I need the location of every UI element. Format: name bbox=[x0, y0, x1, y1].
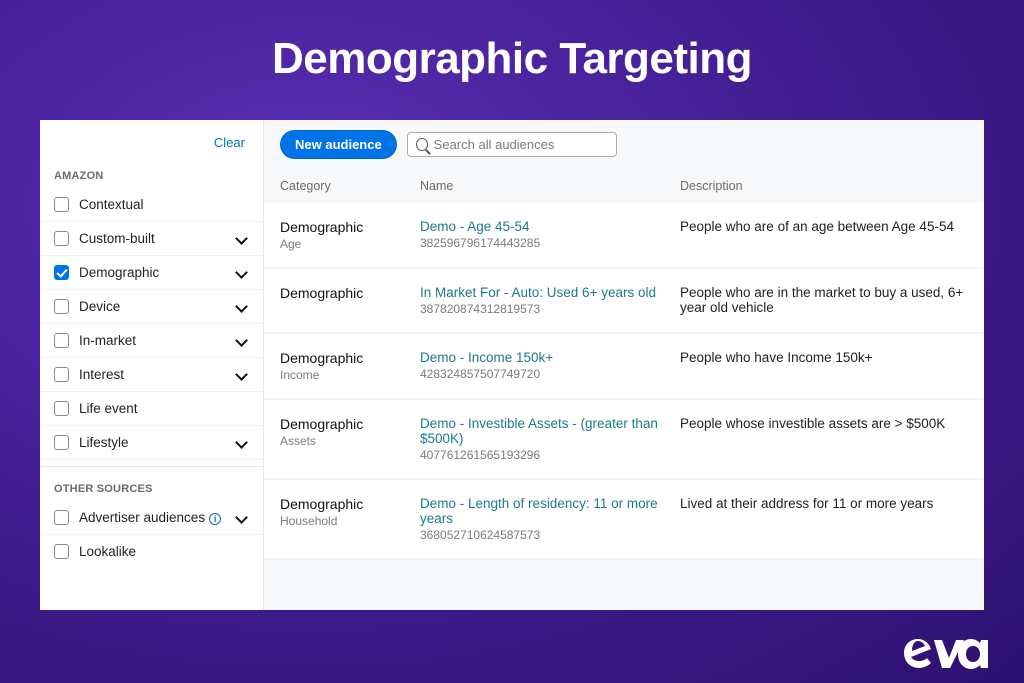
sidebar: Clear AMAZON Contextual Custom-built Dem… bbox=[40, 120, 264, 610]
audience-id: 368052710624587573 bbox=[420, 528, 680, 542]
sidebar-item-advertiser-audiences[interactable]: Advertiser audiencesi bbox=[40, 501, 263, 535]
row-description: People who have Income 150k+ bbox=[680, 350, 968, 382]
sidebar-item-custom-built[interactable]: Custom-built bbox=[40, 222, 263, 256]
table-row: Demographic Age Demo - Age 45-54 3825967… bbox=[264, 203, 984, 269]
audience-id: 407761261565193296 bbox=[420, 448, 680, 462]
sidebar-item-label: Demographic bbox=[79, 265, 235, 280]
checkbox-icon[interactable] bbox=[54, 333, 69, 348]
chevron-down-icon[interactable] bbox=[235, 334, 249, 348]
page-title: Demographic Targeting bbox=[0, 0, 1024, 84]
table-row: Demographic In Market For - Auto: Used 6… bbox=[264, 269, 984, 334]
sidebar-item-in-market[interactable]: In-market bbox=[40, 324, 263, 358]
main-content: New audience Category Name Description D… bbox=[264, 120, 984, 610]
sidebar-item-contextual[interactable]: Contextual bbox=[40, 188, 263, 222]
new-audience-button[interactable]: New audience bbox=[280, 130, 397, 159]
sidebar-item-label: Interest bbox=[79, 367, 235, 382]
checkbox-icon[interactable] bbox=[54, 367, 69, 382]
audience-id: 382596796174443285 bbox=[420, 236, 680, 250]
row-category: Demographic bbox=[280, 496, 420, 512]
sidebar-section-other: OTHER SOURCES bbox=[40, 473, 263, 501]
audience-name-link[interactable]: Demo - Length of residency: 11 or more y… bbox=[420, 496, 680, 526]
sidebar-item-label: Device bbox=[79, 299, 235, 314]
sidebar-item-label: In-market bbox=[79, 333, 235, 348]
app-panel: Clear AMAZON Contextual Custom-built Dem… bbox=[40, 120, 984, 610]
checkbox-icon[interactable] bbox=[54, 510, 69, 525]
checkbox-icon[interactable] bbox=[54, 435, 69, 450]
sidebar-item-label: Contextual bbox=[79, 197, 249, 212]
clear-button[interactable]: Clear bbox=[214, 135, 245, 150]
sidebar-item-life-event[interactable]: Life event bbox=[40, 392, 263, 426]
audience-id: 387820874312819573 bbox=[420, 302, 680, 316]
chevron-down-icon[interactable] bbox=[235, 436, 249, 450]
audience-name-link[interactable]: Demo - Income 150k+ bbox=[420, 350, 680, 365]
header-name: Name bbox=[420, 179, 680, 193]
chevron-down-icon[interactable] bbox=[235, 266, 249, 280]
row-description: People whose investible assets are > $50… bbox=[680, 416, 968, 462]
chevron-down-icon[interactable] bbox=[235, 300, 249, 314]
header-description: Description bbox=[680, 179, 968, 193]
audience-name-link[interactable]: Demo - Investible Assets - (greater than… bbox=[420, 416, 680, 446]
search-field[interactable] bbox=[407, 132, 617, 157]
table-body: Demographic Age Demo - Age 45-54 3825967… bbox=[264, 203, 984, 610]
sidebar-section-amazon: AMAZON bbox=[40, 160, 263, 188]
table-row: Demographic Assets Demo - Investible Ass… bbox=[264, 400, 984, 480]
sidebar-item-lifestyle[interactable]: Lifestyle bbox=[40, 426, 263, 460]
row-description: Lived at their address for 11 or more ye… bbox=[680, 496, 968, 542]
sidebar-item-label: Advertiser audiencesi bbox=[79, 510, 235, 525]
row-category: Demographic bbox=[280, 416, 420, 432]
table-row: Demographic Income Demo - Income 150k+ 4… bbox=[264, 334, 984, 400]
divider bbox=[40, 466, 263, 467]
header-category: Category bbox=[280, 179, 420, 193]
sidebar-item-label: Life event bbox=[79, 401, 249, 416]
row-category: Demographic bbox=[280, 219, 420, 235]
brand-logo bbox=[898, 629, 994, 671]
checkbox-checked-icon[interactable] bbox=[54, 265, 69, 280]
info-icon[interactable]: i bbox=[209, 513, 221, 525]
checkbox-icon[interactable] bbox=[54, 544, 69, 559]
table-headers: Category Name Description bbox=[264, 169, 984, 203]
row-description: People who are in the market to buy a us… bbox=[680, 285, 968, 316]
checkbox-icon[interactable] bbox=[54, 299, 69, 314]
chevron-down-icon[interactable] bbox=[235, 511, 249, 525]
sidebar-item-label: Custom-built bbox=[79, 231, 235, 246]
sidebar-item-lookalike[interactable]: Lookalike bbox=[40, 535, 263, 568]
chevron-down-icon[interactable] bbox=[235, 368, 249, 382]
sidebar-item-label: Lifestyle bbox=[79, 435, 235, 450]
chevron-down-icon[interactable] bbox=[235, 232, 249, 246]
audience-name-link[interactable]: Demo - Age 45-54 bbox=[420, 219, 680, 234]
row-description: People who are of an age between Age 45-… bbox=[680, 219, 968, 251]
row-subcategory: Age bbox=[280, 237, 420, 251]
audience-id: 428324857507749720 bbox=[420, 367, 680, 381]
row-subcategory: Assets bbox=[280, 434, 420, 448]
row-subcategory: Income bbox=[280, 368, 420, 382]
sidebar-item-device[interactable]: Device bbox=[40, 290, 263, 324]
row-subcategory: Household bbox=[280, 514, 420, 528]
checkbox-icon[interactable] bbox=[54, 197, 69, 212]
row-category: Demographic bbox=[280, 285, 420, 301]
sidebar-item-interest[interactable]: Interest bbox=[40, 358, 263, 392]
sidebar-item-label: Lookalike bbox=[79, 544, 249, 559]
audience-name-link[interactable]: In Market For - Auto: Used 6+ years old bbox=[420, 285, 680, 300]
row-category: Demographic bbox=[280, 350, 420, 366]
search-input[interactable] bbox=[434, 137, 608, 152]
checkbox-icon[interactable] bbox=[54, 231, 69, 246]
checkbox-icon[interactable] bbox=[54, 401, 69, 416]
search-icon bbox=[416, 138, 428, 151]
table-row: Demographic Household Demo - Length of r… bbox=[264, 480, 984, 560]
toolbar: New audience bbox=[264, 120, 984, 169]
sidebar-item-demographic[interactable]: Demographic bbox=[40, 256, 263, 290]
